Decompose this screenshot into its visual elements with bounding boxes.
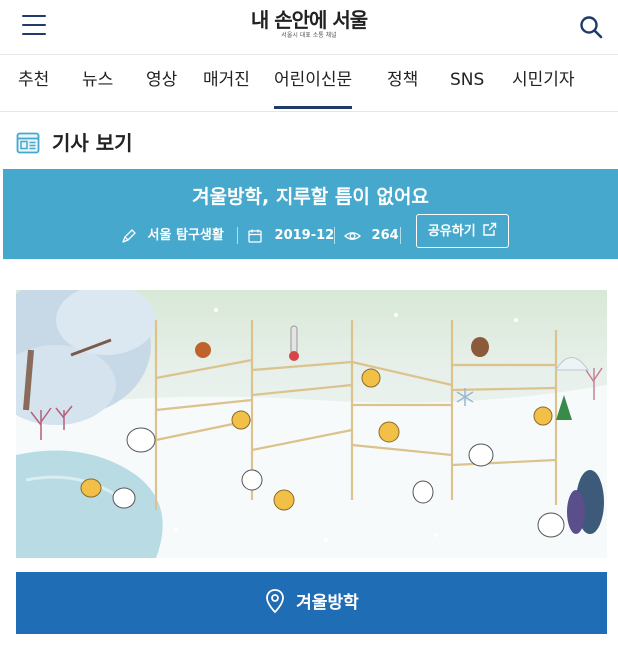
location-pin-icon bbox=[264, 589, 292, 614]
logo-subtitle: 서울시 대표 소통 채널 bbox=[281, 32, 337, 39]
tag-label: 겨울방학 bbox=[296, 593, 359, 613]
external-link-icon bbox=[482, 222, 497, 239]
meta-divider bbox=[237, 227, 238, 244]
pen-icon bbox=[121, 228, 142, 243]
meta-divider bbox=[400, 227, 401, 244]
eye-icon bbox=[344, 228, 366, 243]
calendar-icon bbox=[247, 228, 268, 243]
article-date: 2019-12 bbox=[247, 221, 334, 251]
site-header: 내 손안에 서울 서울시 대표 소통 채널 bbox=[0, 0, 618, 54]
tag-button[interactable]: 겨울방학 bbox=[16, 572, 607, 634]
article-views-count: 264 bbox=[371, 228, 399, 243]
article-illustration bbox=[16, 290, 607, 558]
category-nav: 추천 뉴스 영상 매거진 어린이신문 정책 SNS 시민기자 bbox=[0, 54, 618, 112]
article-header-banner: 겨울방학, 지루할 틈이 없어요 서울 탐구생활 2019-12 264 공유하… bbox=[3, 169, 618, 259]
tab-sns[interactable]: SNS bbox=[450, 55, 484, 111]
article-views: 264 bbox=[344, 221, 399, 251]
tab-kids-newspaper[interactable]: 어린이신문 bbox=[274, 55, 353, 111]
logo-title: 내 손안에 서울 bbox=[250, 8, 368, 32]
meta-divider bbox=[334, 227, 335, 244]
article-category-label: 서울 탐구생활 bbox=[147, 228, 224, 243]
search-icon[interactable] bbox=[578, 14, 604, 40]
tab-citizen-reporter[interactable]: 시민기자 bbox=[512, 55, 575, 111]
article-category[interactable]: 서울 탐구생활 bbox=[121, 221, 224, 251]
article-icon bbox=[16, 131, 40, 155]
site-logo[interactable]: 내 손안에 서울 서울시 대표 소통 채널 bbox=[0, 8, 618, 40]
section-title: 기사 보기 bbox=[52, 131, 133, 155]
tag-label-wrap: 겨울방학 bbox=[16, 572, 607, 634]
share-button[interactable]: 공유하기 bbox=[416, 214, 509, 248]
tab-policy[interactable]: 정책 bbox=[387, 55, 418, 111]
tab-magazine[interactable]: 매거진 bbox=[203, 55, 250, 111]
tab-recommend[interactable]: 추천 bbox=[18, 55, 49, 111]
share-button-label: 공유하기 bbox=[427, 224, 476, 239]
tab-video[interactable]: 영상 bbox=[146, 55, 177, 111]
article-title: 겨울방학, 지루할 틈이 없어요 bbox=[192, 186, 429, 208]
tab-news[interactable]: 뉴스 bbox=[82, 55, 113, 111]
article-date-value: 2019-12 bbox=[274, 228, 335, 243]
